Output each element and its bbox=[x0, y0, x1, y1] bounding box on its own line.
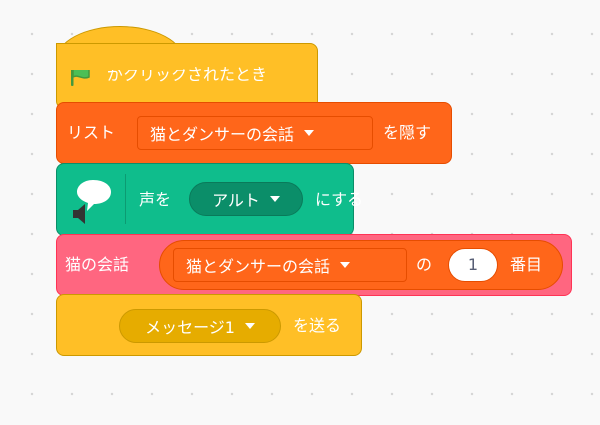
reporter-list-value: 猫とダンサーの会話 bbox=[186, 257, 331, 276]
voice-dropdown-value: アルト bbox=[212, 191, 260, 210]
list-dropdown[interactable]: 猫とダンサーの会話 bbox=[137, 116, 373, 150]
extension-icon-area bbox=[57, 164, 125, 235]
reporter-list-dropdown[interactable]: 猫とダンサーの会話 bbox=[173, 248, 407, 282]
chevron-down-icon bbox=[269, 196, 280, 202]
chevron-down-icon bbox=[244, 323, 255, 329]
hide-list-block[interactable]: リスト 猫とダンサーの会話 を隠す bbox=[56, 102, 452, 164]
chevron-down-icon bbox=[340, 262, 351, 268]
broadcast-block[interactable]: メッセージ1 を送る bbox=[56, 294, 362, 356]
voice-label: 声を bbox=[139, 190, 172, 209]
item-index-input[interactable]: 1 bbox=[448, 248, 498, 282]
reporter-item-label: 番目 bbox=[510, 255, 543, 274]
message-dropdown[interactable]: メッセージ1 bbox=[119, 309, 281, 343]
broadcast-suffix-label: を送る bbox=[293, 316, 342, 335]
voice-dropdown[interactable]: アルト bbox=[189, 182, 303, 216]
list-suffix-label: を隠す bbox=[383, 123, 432, 142]
extension-separator bbox=[125, 174, 126, 224]
voice-suffix-label: にする bbox=[315, 190, 364, 209]
message-dropdown-value: メッセージ1 bbox=[145, 318, 235, 337]
list-dropdown-value: 猫とダンサーの会話 bbox=[150, 125, 295, 144]
list-prefix-label: リスト bbox=[67, 123, 116, 142]
custom-conversation-block[interactable]: 猫の会話 猫とダンサーの会話 の 1 番目 bbox=[56, 234, 572, 296]
event-hat-fill bbox=[57, 50, 183, 70]
set-voice-block[interactable]: 声を アルト にする bbox=[56, 163, 363, 236]
chevron-down-icon bbox=[304, 130, 315, 136]
list-item-reporter[interactable]: 猫とダンサーの会話 の 1 番目 bbox=[159, 240, 563, 290]
reporter-of-label: の bbox=[416, 255, 433, 274]
speech-bubble-speaker-icon bbox=[71, 178, 117, 224]
custom-block-label: 猫の会話 bbox=[65, 255, 130, 274]
